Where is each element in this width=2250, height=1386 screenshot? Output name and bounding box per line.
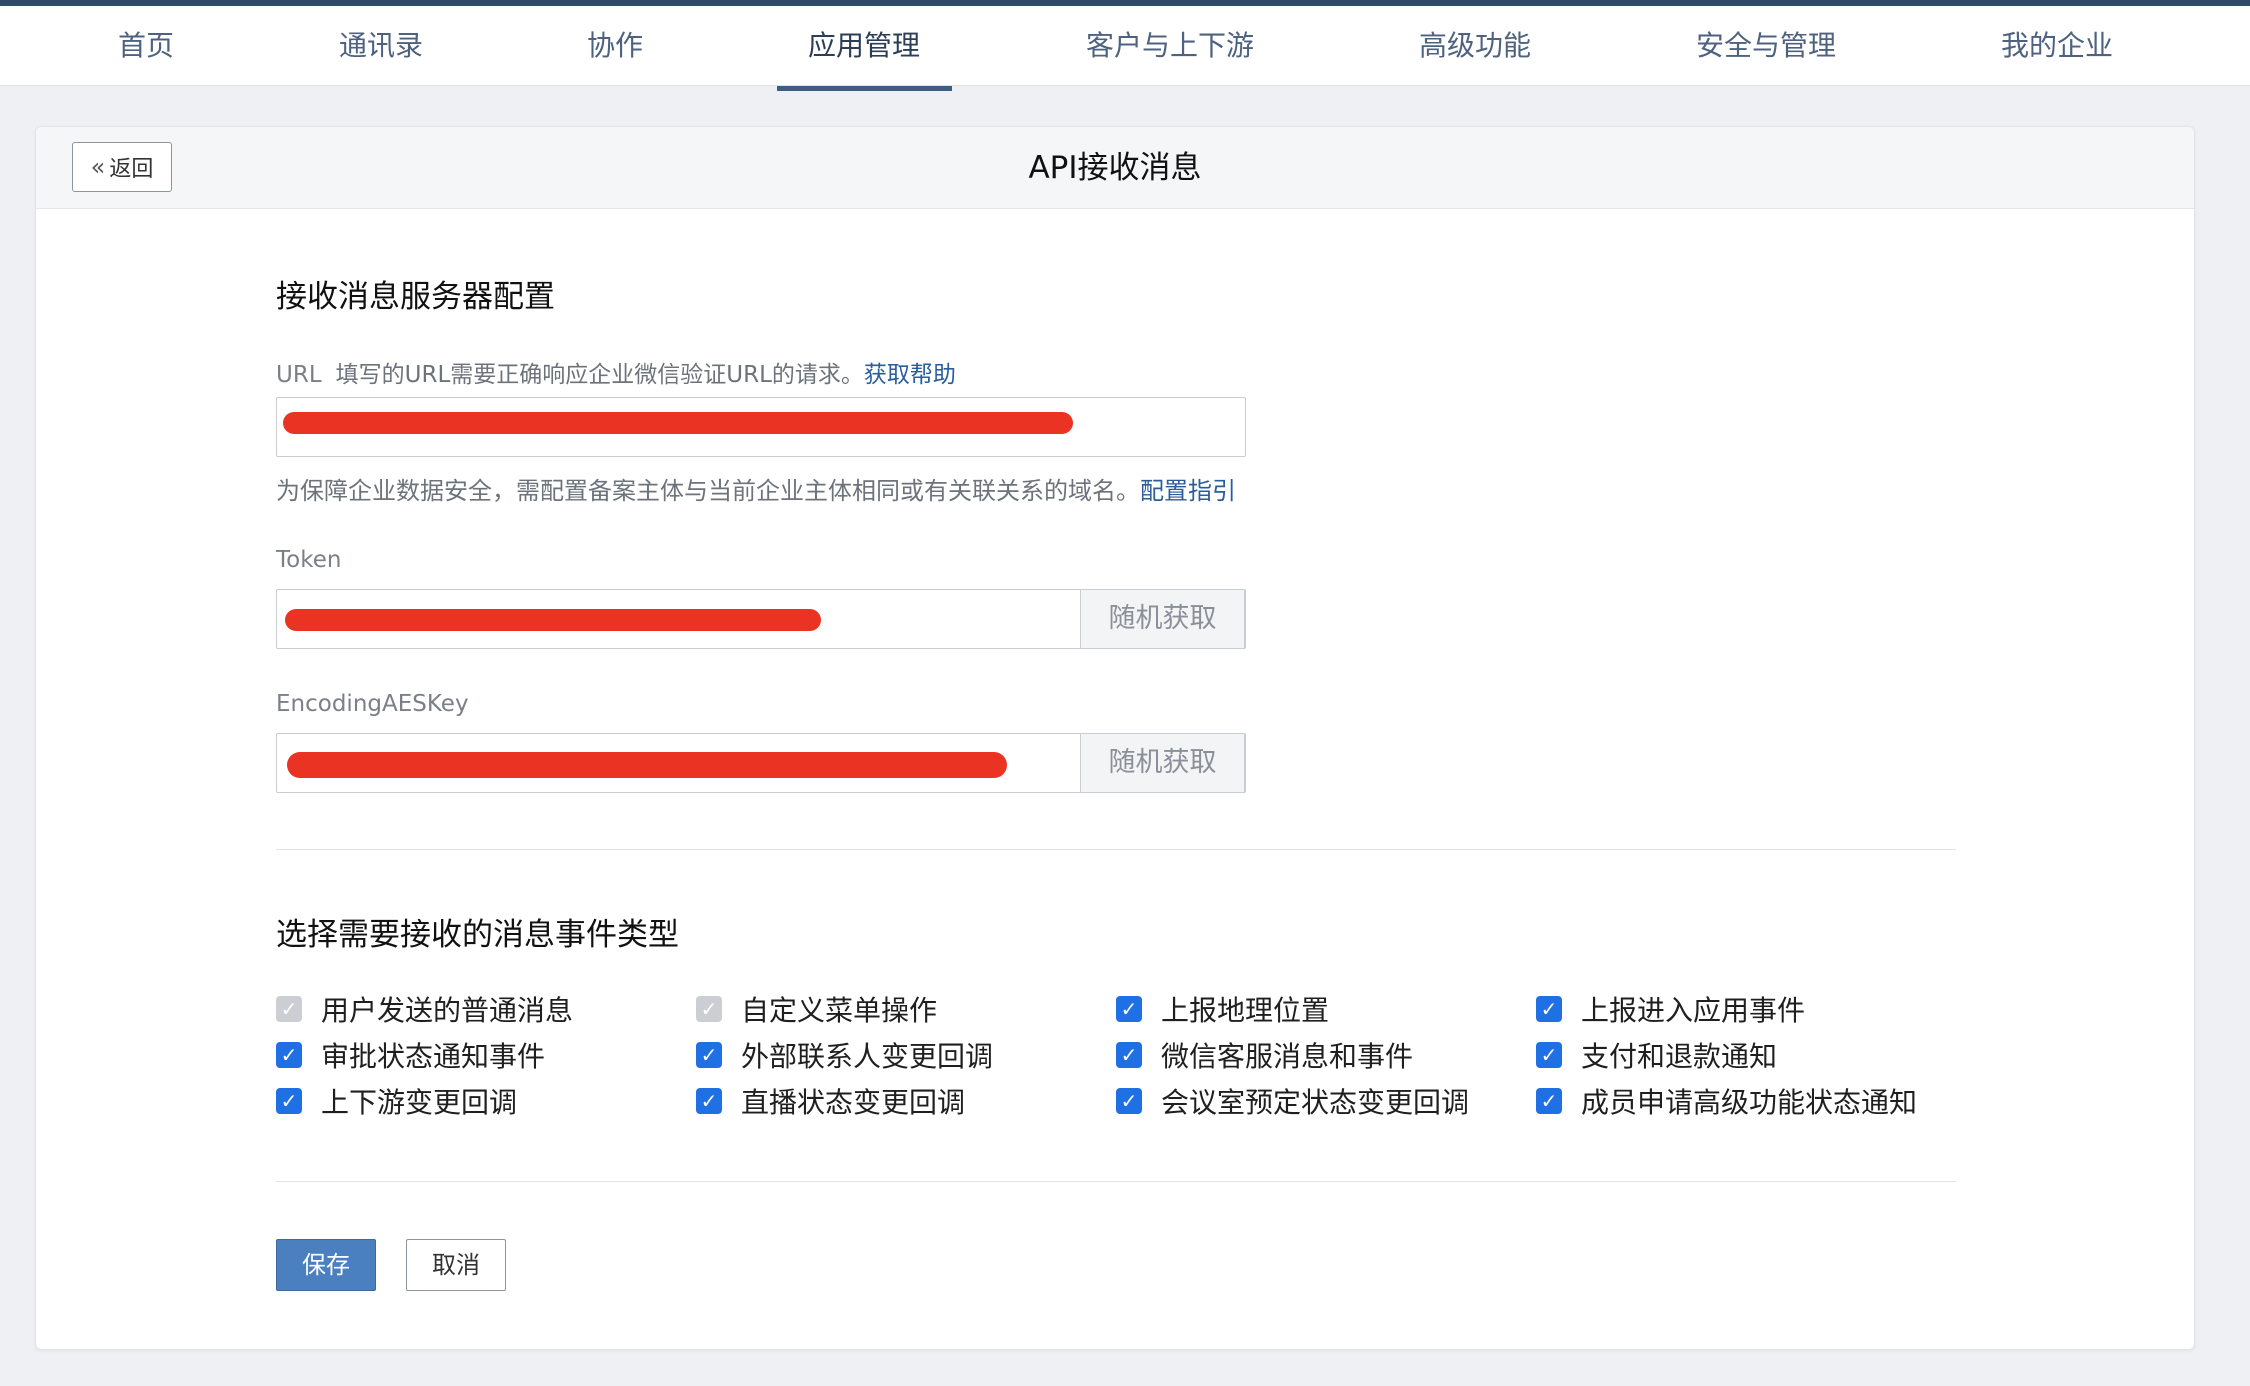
event-checkbox-item[interactable]: ✓ 支付和退款通知	[1536, 1035, 1777, 1075]
event-checkbox-label: 上报地理位置	[1161, 994, 1330, 1027]
event-checkbox-label: 外部联系人变更回调	[741, 1040, 994, 1073]
content-card: « 返回 API接收消息 接收消息服务器配置 URL 填写的URL需要正确响应企业…	[35, 126, 2195, 1350]
config-guide-link[interactable]: 配置指引	[1140, 477, 1236, 505]
token-random-button[interactable]: 随机获取	[1080, 589, 1245, 649]
nav-item-collaboration[interactable]: 协作	[587, 6, 643, 86]
nav-active-indicator	[777, 86, 952, 91]
token-redaction	[285, 609, 821, 631]
event-checkbox-label: 成员申请高级功能状态通知	[1581, 1086, 1918, 1119]
event-checkbox-item[interactable]: ✓ 外部联系人变更回调	[696, 1035, 993, 1075]
event-checkbox-label: 上下游变更回调	[321, 1086, 518, 1119]
checkbox-check-icon[interactable]: ✓	[696, 1088, 722, 1114]
events-title: 选择需要接收的消息事件类型	[276, 917, 679, 953]
aes-key-random-button[interactable]: 随机获取	[1080, 733, 1245, 793]
event-checkbox-item[interactable]: ✓ 审批状态通知事件	[276, 1035, 545, 1075]
event-checkbox-label: 直播状态变更回调	[741, 1086, 966, 1119]
nav-item-advanced[interactable]: 高级功能	[1419, 6, 1531, 86]
cancel-button[interactable]: 取消	[406, 1239, 506, 1291]
actions-divider	[276, 1181, 1956, 1182]
url-label: URL	[276, 362, 322, 388]
save-button[interactable]: 保存	[276, 1239, 376, 1291]
nav-item-app-management[interactable]: 应用管理	[808, 6, 920, 86]
checkbox-check-icon[interactable]: ✓	[1536, 1042, 1562, 1068]
event-checkbox-label: 会议室预定状态变更回调	[1161, 1086, 1470, 1119]
checkbox-check-icon: ✓	[276, 996, 302, 1022]
nav-item-security[interactable]: 安全与管理	[1696, 6, 1836, 86]
event-checkbox-label: 自定义菜单操作	[741, 994, 938, 1027]
section-divider	[276, 849, 1956, 850]
event-checkbox-label: 支付和退款通知	[1581, 1040, 1778, 1073]
event-checkbox-item[interactable]: ✓ 成员申请高级功能状态通知	[1536, 1081, 1917, 1121]
nav-item-customers[interactable]: 客户与上下游	[1086, 6, 1254, 86]
get-help-link[interactable]: 获取帮助	[864, 362, 956, 388]
event-checkbox-label: 审批状态通知事件	[321, 1040, 546, 1073]
aes-key-input[interactable]: 随机获取	[276, 733, 1246, 793]
server-config-title: 接收消息服务器配置	[276, 279, 555, 315]
event-checkbox-item: ✓ 用户发送的普通消息	[276, 989, 573, 1029]
nav-item-my-enterprise[interactable]: 我的企业	[2001, 6, 2113, 86]
token-input[interactable]: 随机获取	[276, 589, 1246, 649]
top-navigation: 首页 通讯录 协作 应用管理 客户与上下游 高级功能 安全与管理 我的企业	[0, 6, 2250, 91]
url-hint: 为保障企业数据安全，需配置备案主体与当前企业主体相同或有关联关系的域名。配置指引	[276, 471, 1236, 506]
event-checkbox-item[interactable]: ✓ 会议室预定状态变更回调	[1116, 1081, 1469, 1121]
card-header: « 返回 API接收消息	[36, 127, 2194, 209]
event-checkbox-item: ✓ 自定义菜单操作	[696, 989, 937, 1029]
checkbox-check-icon[interactable]: ✓	[1536, 996, 1562, 1022]
checkbox-check-icon[interactable]: ✓	[1536, 1088, 1562, 1114]
aes-key-label: EncodingAESKey	[276, 691, 469, 717]
nav-item-home[interactable]: 首页	[118, 6, 174, 86]
checkbox-check-icon[interactable]: ✓	[276, 1042, 302, 1068]
event-checkbox-label: 微信客服消息和事件	[1161, 1040, 1414, 1073]
nav-item-contacts[interactable]: 通讯录	[339, 6, 423, 86]
checkbox-check-icon[interactable]: ✓	[696, 1042, 722, 1068]
event-checkbox-label: 上报进入应用事件	[1581, 994, 1806, 1027]
event-checkbox-item[interactable]: ✓ 上报进入应用事件	[1536, 989, 1805, 1029]
checkbox-check-icon[interactable]: ✓	[1116, 996, 1142, 1022]
checkbox-check-icon[interactable]: ✓	[1116, 1088, 1142, 1114]
event-checkbox-item[interactable]: ✓ 直播状态变更回调	[696, 1081, 965, 1121]
url-hint-text: 为保障企业数据安全，需配置备案主体与当前企业主体相同或有关联关系的域名。	[276, 477, 1140, 505]
url-input[interactable]	[276, 397, 1246, 457]
aes-key-redaction	[287, 752, 1007, 778]
checkbox-check-icon: ✓	[696, 996, 722, 1022]
event-checkbox-label: 用户发送的普通消息	[321, 994, 574, 1027]
checkbox-check-icon[interactable]: ✓	[276, 1088, 302, 1114]
url-redaction	[283, 412, 1073, 434]
event-checkbox-item[interactable]: ✓ 微信客服消息和事件	[1116, 1035, 1413, 1075]
token-label: Token	[276, 547, 342, 573]
url-label-row: URL 填写的URL需要正确响应企业微信验证URL的请求。获取帮助	[276, 355, 956, 389]
event-checkbox-item[interactable]: ✓ 上报地理位置	[1116, 989, 1329, 1029]
checkbox-check-icon[interactable]: ✓	[1116, 1042, 1142, 1068]
page-title: API接收消息	[1028, 150, 1202, 186]
event-checkbox-item[interactable]: ✓ 上下游变更回调	[276, 1081, 517, 1121]
url-description: 填写的URL需要正确响应企业微信验证URL的请求。	[335, 362, 864, 388]
